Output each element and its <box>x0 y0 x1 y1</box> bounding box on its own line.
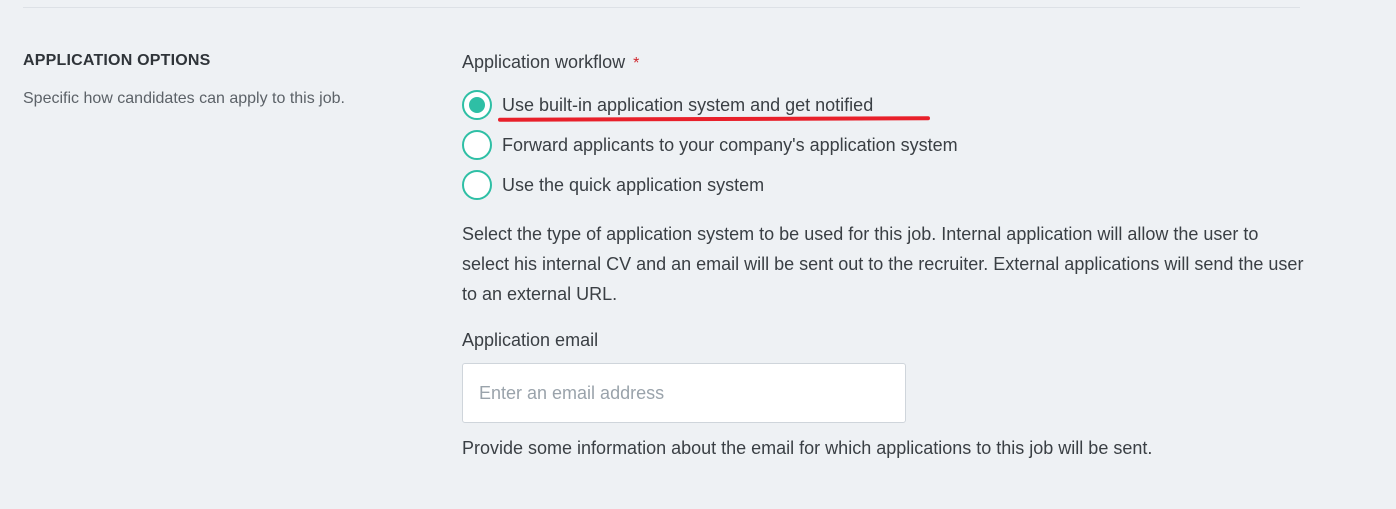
email-help-text: Provide some information about the email… <box>462 438 1153 458</box>
radio-selected-dot <box>469 97 485 113</box>
radio-button-unselected[interactable] <box>462 170 492 200</box>
required-asterisk: * <box>633 55 640 72</box>
section-title: APPLICATION OPTIONS <box>23 52 211 69</box>
section-form: Application workflow * Use built-in appl… <box>462 52 1312 459</box>
radio-label-forward[interactable]: Forward applicants to your company's app… <box>502 135 958 156</box>
radio-button-unselected[interactable] <box>462 130 492 160</box>
radio-label-built-in[interactable]: Use built-in application system and get … <box>502 95 873 116</box>
radio-option-forward[interactable]: Forward applicants to your company's app… <box>462 125 1312 165</box>
radio-option-built-in[interactable]: Use built-in application system and get … <box>462 85 1312 125</box>
workflow-help-text: Select the type of application system to… <box>462 224 1304 304</box>
email-field-label: Application email <box>462 330 1312 351</box>
radio-button-selected[interactable] <box>462 90 492 120</box>
email-label-text: Application email <box>462 330 599 350</box>
section-description: Specific how candidates can apply to thi… <box>23 90 345 107</box>
workflow-label-text: Application workflow <box>462 52 626 72</box>
red-annotation-underline <box>497 116 931 122</box>
workflow-radio-group: Use built-in application system and get … <box>462 85 1312 205</box>
section-divider <box>23 7 1300 8</box>
radio-label-quick[interactable]: Use the quick application system <box>502 175 764 196</box>
application-options-section: APPLICATION OPTIONS Specific how candida… <box>0 0 1396 509</box>
radio-option-quick[interactable]: Use the quick application system <box>462 165 1312 205</box>
email-field-group: Application email Provide some informati… <box>462 330 1312 459</box>
workflow-field-label: Application workflow * <box>462 52 1312 73</box>
application-email-input[interactable] <box>462 363 906 423</box>
section-header: APPLICATION OPTIONS Specific how candida… <box>23 52 423 108</box>
